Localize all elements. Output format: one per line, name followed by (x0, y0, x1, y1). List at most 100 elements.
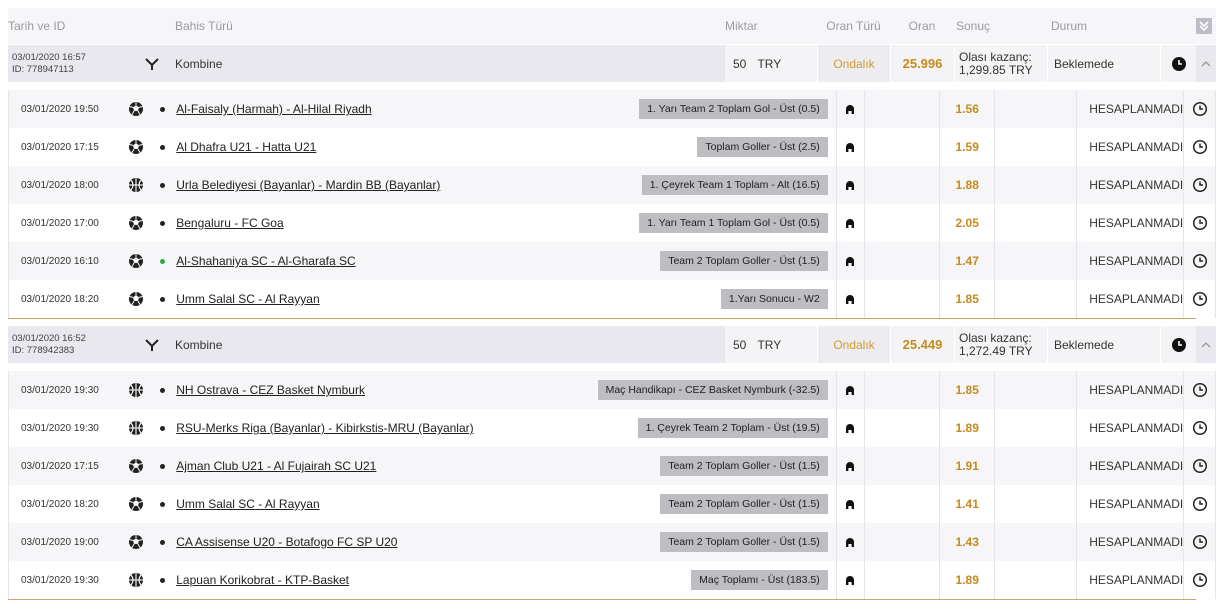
clock-filled-icon (1160, 45, 1196, 82)
clock-icon (1184, 561, 1216, 599)
coupon-id: ID: 778942383 (12, 344, 75, 356)
coupon-list: 03/01/2020 16:57 ID: 778947113 Kombine 50 T… (8, 45, 1216, 606)
event-status: HESAPLANMADI (1077, 242, 1185, 280)
event-odds: 1.89 (938, 409, 996, 447)
coupon-type: Kombine (175, 56, 223, 71)
coupon-amount: 50 TRY (725, 326, 817, 363)
collapse-coupon-button[interactable] (1196, 45, 1216, 82)
coupon-summary-row[interactable]: 03/01/2020 16:57 ID: 778947113 Kombine 50 T… (8, 45, 1216, 82)
coupon-amount: 50 TRY (725, 45, 817, 82)
coupon-date: 03/01/2020 16:52 (12, 332, 86, 344)
event-row: 03/01/2020 17:15 Ajman Club U21 - Al Fuja… (8, 447, 1216, 485)
event-status-dot (160, 220, 166, 226)
event-date: 03/01/2020 18:20 (21, 293, 99, 305)
prematch-icon (835, 128, 865, 166)
event-status: HESAPLANMADI (1077, 90, 1185, 128)
coupon-events: 03/01/2020 19:50 Al-Faisaly (Harmah) - Al… (8, 90, 1216, 318)
event-date: 03/01/2020 19:30 (21, 422, 99, 434)
event-match-link[interactable]: Al Dhafra U21 - Hatta U21 (176, 140, 316, 154)
event-match-link[interactable]: Lapuan Korikobrat - KTP-Basket (176, 573, 349, 587)
event-match-link[interactable]: Ajman Club U21 - Al Fujairah SC U21 (176, 459, 376, 473)
event-match-link[interactable]: Al-Faisaly (Harmah) - Al-Hilal Riyadh (176, 102, 371, 116)
event-odds: 1.89 (938, 561, 996, 599)
header-odds-type: Oran Türü (826, 19, 881, 33)
football-icon (115, 485, 156, 523)
event-odds: 1.59 (938, 128, 996, 166)
header-result: Sonuç (956, 19, 991, 33)
event-match-link[interactable]: Umm Salal SC - Al Rayyan (176, 292, 319, 306)
event-market-tag: Team 2 Toplam Goller - Üst (1.5) (660, 532, 828, 552)
potential-win-value: 1,272.49 TRY (959, 343, 1033, 358)
event-row: 03/01/2020 19:00 CA Assisense U20 - Botaf… (8, 523, 1216, 561)
expand-all-button[interactable] (1194, 18, 1214, 34)
event-result (995, 128, 1078, 166)
collapse-coupon-button[interactable] (1196, 326, 1216, 363)
prematch-icon (835, 409, 865, 447)
event-market-tag: 1. Çeyrek Team 1 Toplam - Alt (16.5) (641, 175, 828, 195)
clock-filled-icon (1160, 326, 1196, 363)
event-match-link[interactable]: Umm Salal SC - Al Rayyan (176, 497, 319, 511)
event-match-link[interactable]: Bengaluru - FC Goa (176, 216, 283, 230)
bet-history-table: Tarih ve ID Bahis Türü Miktar Oran Türü … (8, 8, 1216, 606)
event-market-tag: Team 2 Toplam Goller - Üst (1.5) (660, 494, 828, 514)
event-row: 03/01/2020 19:30 Lapuan Korikobrat - KTP-… (8, 561, 1216, 599)
event-row: 03/01/2020 18:20 Umm Salal SC - Al Rayyan… (8, 485, 1216, 523)
basketball-icon (115, 166, 156, 204)
event-status-dot (160, 144, 166, 150)
event-status: HESAPLANMADI (1077, 409, 1185, 447)
event-result (995, 204, 1078, 242)
event-result (995, 166, 1078, 204)
event-match-link[interactable]: Al-Shahaniya SC - Al-Gharafa SC (176, 254, 355, 268)
event-market-tag: Team 2 Toplam Goller - Üst (1.5) (660, 251, 828, 271)
event-result (995, 523, 1078, 561)
event-market-tag: Toplam Goller - Üst (2.5) (697, 137, 828, 157)
prematch-icon (835, 561, 865, 599)
coupon-summary-row[interactable]: 03/01/2020 16:52 ID: 778942383 Kombine 50 T… (8, 326, 1216, 363)
event-result (995, 242, 1078, 280)
event-match-link[interactable]: NH Ostrava - CEZ Basket Nymburk (176, 383, 365, 397)
event-match-link[interactable]: RSU-Merks Riga (Bayanlar) - Kibirkstis-M… (176, 421, 473, 435)
event-match-link[interactable]: Urla Belediyesi (Bayanlar) - Mardin BB (… (176, 178, 440, 192)
prematch-icon (835, 371, 865, 409)
event-row: 03/01/2020 17:00 Bengaluru - FC Goa 1. Yar… (8, 204, 1216, 242)
coupon-type: Kombine (175, 337, 223, 352)
event-status: HESAPLANMADI (1077, 447, 1185, 485)
event-row: 03/01/2020 16:10 Al-Shahaniya SC - Al-Gha… (8, 242, 1216, 280)
coupon-total-odds: 25.996 (890, 45, 954, 82)
coupon-odds-type: Ondalık (817, 326, 890, 363)
clock-icon (1184, 371, 1216, 409)
event-status: HESAPLANMADI (1077, 561, 1185, 599)
basketball-icon (115, 371, 156, 409)
event-status-dot (160, 463, 166, 469)
football-icon (115, 280, 156, 318)
prematch-icon (835, 204, 865, 242)
potential-win-label: Olası kazanç: (959, 49, 1032, 64)
double-chevron-down-icon (1196, 18, 1212, 34)
event-status: HESAPLANMADI (1077, 204, 1185, 242)
event-match-link[interactable]: CA Assisense U20 - Botafogo FC SP U20 (176, 535, 397, 549)
football-icon (115, 242, 156, 280)
event-result (995, 371, 1078, 409)
event-market-tag: Maç Toplamı - Üst (183.5) (691, 570, 828, 590)
clock-icon (1184, 128, 1216, 166)
football-icon (115, 523, 156, 561)
prematch-icon (835, 447, 865, 485)
clock-icon (1184, 485, 1216, 523)
event-result (995, 561, 1078, 599)
coupon-date-id: 03/01/2020 16:57 ID: 778947113 (8, 45, 128, 82)
event-odds: 1.41 (938, 485, 996, 523)
event-odds: 1.43 (938, 523, 996, 561)
event-date: 03/01/2020 19:30 (21, 384, 99, 396)
coupon-total-odds: 25.449 (890, 326, 954, 363)
event-odds: 1.85 (938, 371, 996, 409)
clock-icon (1184, 242, 1216, 280)
coupon-odds-type: Ondalık (817, 45, 890, 82)
potential-win-value: 1,299.85 TRY (959, 62, 1033, 77)
event-odds: 1.85 (938, 280, 996, 318)
event-market-tag: Maç Handikapı - CEZ Basket Nymburk (-32.… (597, 380, 828, 400)
event-date: 03/01/2020 16:10 (21, 255, 99, 267)
combo-icon (128, 326, 175, 363)
event-odds: 2.05 (938, 204, 996, 242)
football-icon (115, 447, 156, 485)
clock-icon (1184, 409, 1216, 447)
